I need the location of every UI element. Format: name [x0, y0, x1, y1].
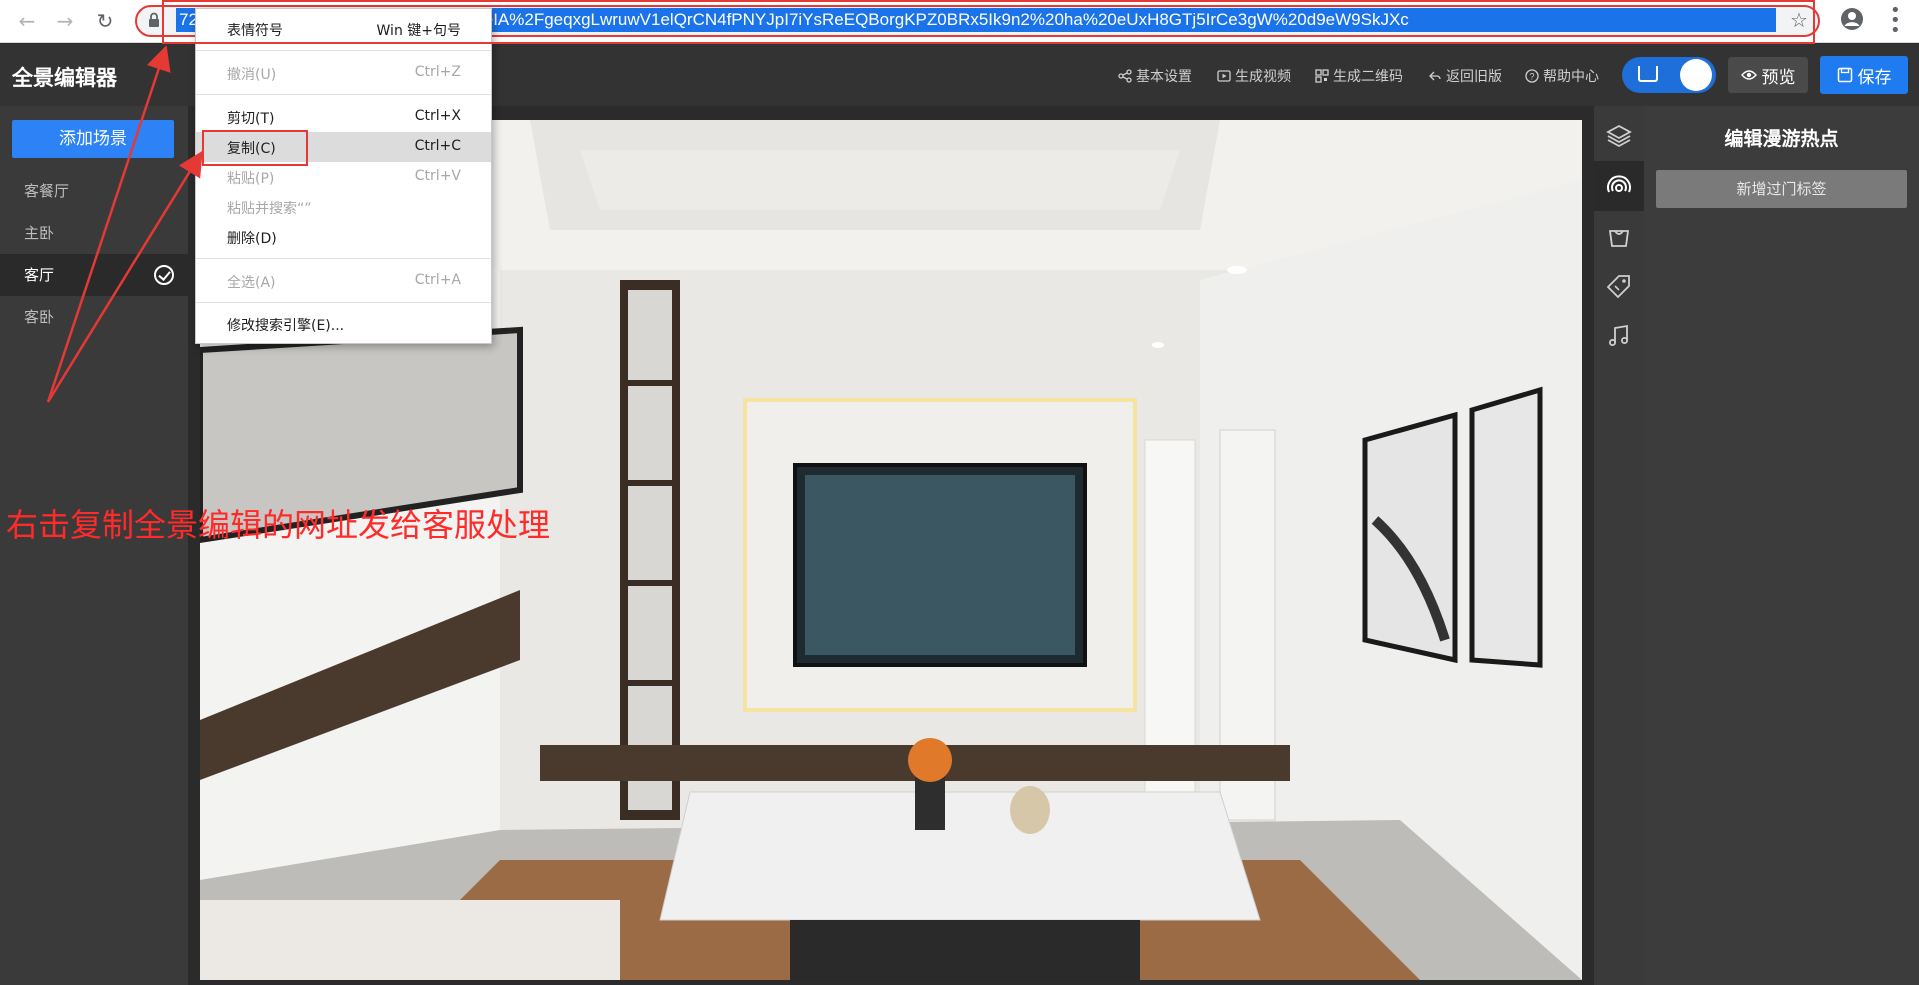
- ctx-item-undo[interactable]: 撤消(U) Ctrl+Z: [196, 58, 491, 88]
- ctx-item-label: 剪切(T): [227, 111, 275, 127]
- menu-divider: [196, 258, 491, 259]
- account-icon[interactable]: [1840, 7, 1864, 31]
- generate-video-link[interactable]: 生成视频: [1217, 66, 1291, 86]
- music-icon: [1609, 324, 1628, 346]
- add-door-tag-button[interactable]: 新增过门标签: [1656, 170, 1907, 208]
- scene-item-label: 客卧: [24, 308, 55, 326]
- panel-title: 编辑漫游热点: [1724, 128, 1839, 150]
- scene-item-active[interactable]: 客厅: [0, 254, 188, 296]
- menu-divider: [196, 94, 491, 95]
- help-icon: ?: [1525, 69, 1539, 83]
- svg-text:?: ?: [1529, 72, 1534, 82]
- url-highlight-box: [162, 0, 1815, 44]
- ctx-item-delete[interactable]: 删除(D): [196, 222, 491, 252]
- browser-menu-icon[interactable]: • • •: [1890, 2, 1901, 40]
- bag-icon: [1608, 230, 1630, 247]
- help-center-label: 帮助中心: [1543, 69, 1599, 85]
- check-circle-icon: [154, 265, 174, 285]
- ctx-item-label: 撤消(U): [227, 67, 277, 83]
- copy-highlight-box: [202, 130, 308, 166]
- generate-qrcode-label: 生成二维码: [1333, 69, 1403, 85]
- video-icon: [1217, 70, 1231, 82]
- share-icon: [1118, 69, 1132, 83]
- back-arrow-icon[interactable]: ←: [14, 8, 40, 34]
- upload-cloud-icon: [1638, 66, 1658, 82]
- scene-item[interactable]: 客餐厅: [0, 170, 188, 212]
- ctx-item-label: 粘贴(P): [227, 171, 275, 187]
- return-old-version-link[interactable]: 返回旧版: [1428, 66, 1502, 86]
- page: ← → ↻ 72 de=nKLQ4hmjzq9HtK5BdlByctJShsPe…: [0, 0, 1919, 985]
- forward-arrow-icon[interactable]: →: [52, 8, 78, 34]
- toggle-knob: [1680, 59, 1712, 91]
- ctx-item-shortcut: Ctrl+X: [414, 108, 461, 124]
- help-center-link[interactable]: ? 帮助中心: [1525, 66, 1599, 86]
- scene-item-label: 客厅: [24, 266, 55, 284]
- ctx-item-shortcut: Ctrl+Z: [414, 64, 461, 80]
- ctx-item-paste[interactable]: 粘贴(P) Ctrl+V: [196, 162, 491, 192]
- ctx-item-label: 删除(D): [227, 231, 277, 247]
- scene-item-label: 客餐厅: [24, 182, 70, 200]
- ctx-item-shortcut: Ctrl+V: [414, 168, 461, 184]
- hotspot-icon: [1607, 175, 1631, 193]
- ctx-item-shortcut: Ctrl+A: [414, 272, 461, 288]
- context-menu: 表情符号 Win 键+句号 撤消(U) Ctrl+Z 剪切(T) Ctrl+X …: [195, 8, 492, 344]
- hotspot-tool[interactable]: [1594, 161, 1644, 211]
- layers-icon: [1606, 124, 1632, 148]
- tool-rail: [1594, 106, 1644, 985]
- basic-settings-link[interactable]: 基本设置: [1118, 66, 1192, 86]
- add-scene-button[interactable]: 添加场景: [12, 120, 174, 158]
- preview-label: 预览: [1761, 67, 1796, 88]
- ctx-item-cut[interactable]: 剪切(T) Ctrl+X: [196, 102, 491, 132]
- ctx-item-shortcut: Ctrl+C: [414, 138, 461, 154]
- qrcode-icon: [1315, 69, 1329, 83]
- generate-qrcode-link[interactable]: 生成二维码: [1315, 66, 1403, 86]
- tag-icon: [1606, 275, 1630, 299]
- scene-item[interactable]: 客卧: [0, 296, 188, 338]
- layers-tool[interactable]: [1594, 111, 1644, 161]
- ctx-item-edit-search-engine[interactable]: 修改搜索引擎(E)...: [196, 309, 491, 339]
- save-button[interactable]: 保存: [1820, 56, 1908, 94]
- menu-divider: [196, 302, 491, 303]
- ctx-item-label: 修改搜索引擎(E)...: [227, 318, 345, 334]
- return-old-version-label: 返回旧版: [1446, 69, 1502, 85]
- ctx-item-paste-search[interactable]: 粘贴并搜索“”: [196, 192, 491, 222]
- scene-item[interactable]: 主卧: [0, 212, 188, 254]
- music-tool[interactable]: [1594, 311, 1644, 361]
- shop-tool[interactable]: [1594, 211, 1644, 261]
- tag-tool[interactable]: [1594, 261, 1644, 311]
- app-title: 全景编辑器: [12, 66, 117, 90]
- menu-divider: [196, 50, 491, 51]
- reload-icon[interactable]: ↻: [92, 8, 118, 34]
- hotspot-panel: 编辑漫游热点 新增过门标签: [1644, 106, 1919, 985]
- scene-item-label: 主卧: [24, 224, 55, 242]
- save-icon: [1837, 67, 1852, 83]
- ctx-item-label: 粘贴并搜索“”: [227, 201, 312, 217]
- ctx-item-label: 全选(A): [227, 275, 276, 291]
- preview-button[interactable]: 预览: [1728, 57, 1808, 93]
- instruction-annotation: 右击复制全景编辑的网址发给客服处理: [6, 506, 551, 544]
- eye-icon: [1740, 70, 1757, 80]
- publish-toggle[interactable]: [1622, 57, 1716, 93]
- basic-settings-label: 基本设置: [1136, 69, 1192, 85]
- generate-video-label: 生成视频: [1235, 69, 1291, 85]
- save-label: 保存: [1857, 67, 1892, 88]
- return-icon: [1429, 71, 1441, 81]
- lock-icon: [149, 12, 159, 27]
- ctx-item-select-all[interactable]: 全选(A) Ctrl+A: [196, 266, 491, 296]
